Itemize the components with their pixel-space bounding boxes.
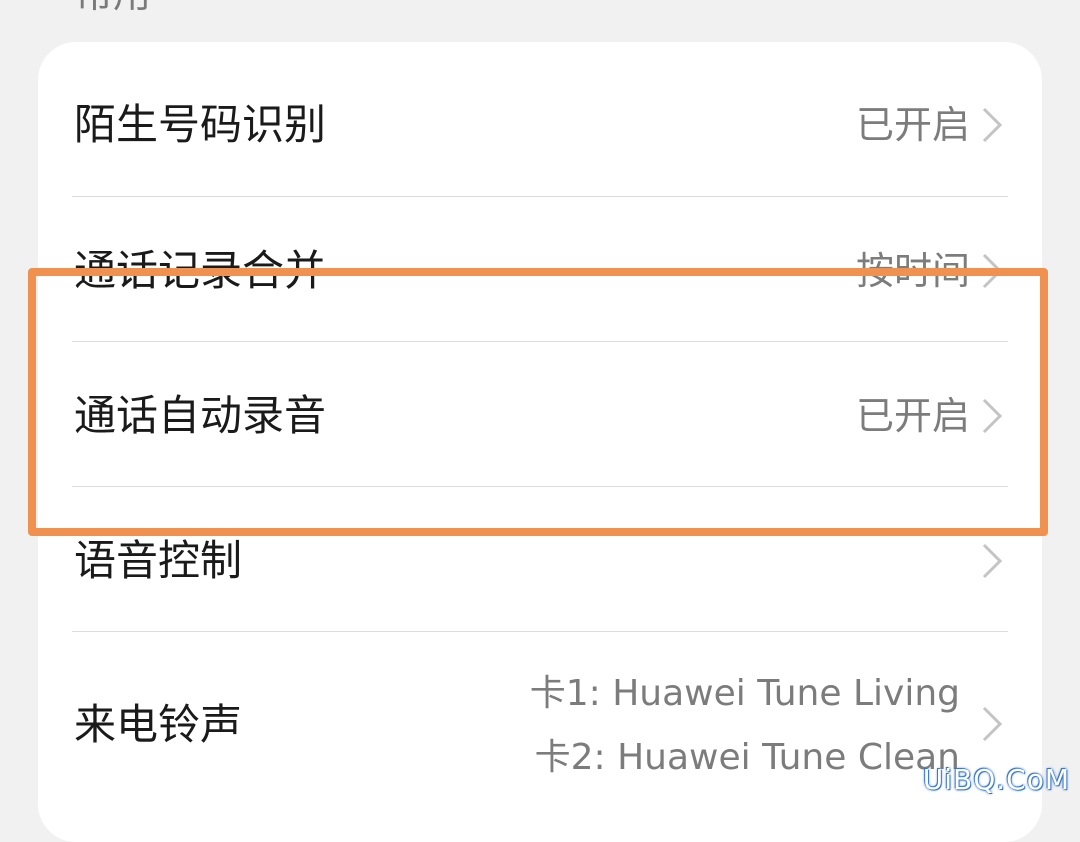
row-value: 按时间 [855, 249, 970, 293]
row-label: 语音控制 [74, 536, 243, 585]
ringtone-values: 卡1: Huawei Tune Living 卡2: Huawei Tune C… [530, 662, 960, 790]
row-label: 陌生号码识别 [74, 100, 327, 149]
chevron-right-icon [980, 541, 1004, 581]
ringtone-card1: 卡1: Huawei Tune Living [529, 673, 960, 714]
row-label: 通话自动录音 [74, 391, 327, 440]
row-value: 已开启 [855, 103, 970, 147]
settings-row-ringtone[interactable]: 来电铃声 卡1: Huawei Tune Living 卡2: Huawei T… [38, 632, 1042, 822]
chevron-right-icon [980, 251, 1004, 291]
row-label: 通话记录合并 [74, 246, 327, 295]
watermark: UiBQ.CoM [922, 763, 1070, 796]
settings-row-voice-control[interactable]: 语音控制 [38, 487, 1042, 631]
settings-row-unknown-number-id[interactable]: 陌生号码识别 已开启 [38, 42, 1042, 196]
ringtone-card2: 卡2: Huawei Tune Clean [534, 737, 960, 778]
chevron-right-icon [980, 105, 1004, 145]
row-value: 已开启 [855, 394, 970, 438]
row-label: 来电铃声 [74, 700, 243, 749]
settings-card: 陌生号码识别 已开启 通话记录合并 按时间 通话自动录音 已开启 语音控制 来电… [38, 42, 1042, 842]
section-header: 常用 [75, 0, 151, 14]
chevron-right-icon [980, 704, 1004, 744]
settings-row-auto-call-recording[interactable]: 通话自动录音 已开启 [38, 342, 1042, 486]
settings-row-call-log-merge[interactable]: 通话记录合并 按时间 [38, 197, 1042, 341]
chevron-right-icon [980, 396, 1004, 436]
